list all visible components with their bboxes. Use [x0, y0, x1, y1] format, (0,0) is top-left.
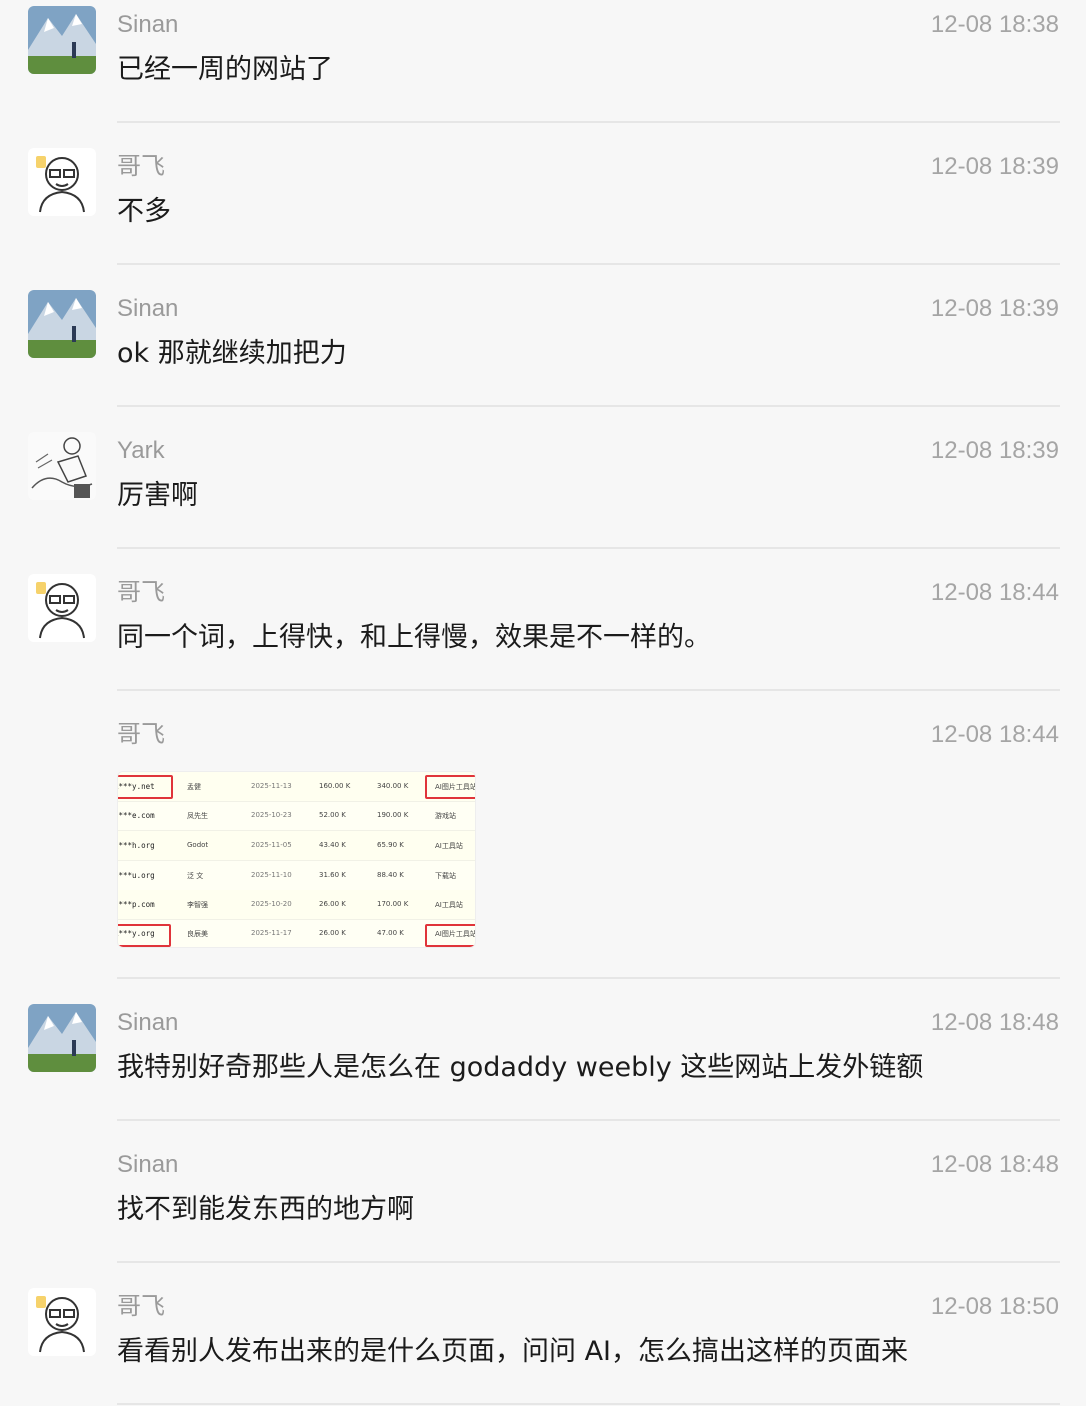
table-row: k***y.org 良辰美 2025-11-17 26.00 K 47.00 K…	[118, 919, 475, 947]
author-cell: 泛 文	[187, 872, 204, 880]
sender-name: Sinan	[117, 1009, 179, 1036]
mountain-avatar-icon	[28, 290, 96, 358]
message-text: 同一个词，上得快，和上得慢，效果是不一样的。	[117, 622, 711, 653]
author-cell: 孟健	[187, 783, 201, 791]
date-cell: 2025-11-05	[251, 841, 292, 849]
category-cell: 游戏站	[435, 812, 456, 820]
cartoon-man-avatar-icon	[28, 1288, 96, 1356]
category-cell: AI工具站	[435, 901, 463, 909]
highlight-box	[118, 775, 173, 799]
avatar[interactable]	[28, 290, 96, 358]
message-text: 不多	[117, 196, 171, 227]
highlight-box	[425, 924, 475, 947]
category-cell: 下载站	[435, 872, 456, 880]
cartoon-man-avatar-icon	[28, 574, 96, 642]
message-text: 已经一周的网站了	[117, 54, 333, 85]
mountain-avatar-icon	[28, 6, 96, 74]
divider	[117, 1119, 1060, 1121]
value-cell: 26.00 K	[319, 900, 346, 908]
screenshot-image[interactable]: k***y.net 孟健 2025-11-13 160.00 K 340.00 …	[117, 771, 476, 948]
divider	[117, 405, 1060, 407]
table-row: s***p.com 李智强 2025-10-20 26.00 K 170.00 …	[118, 890, 475, 920]
avatar[interactable]	[28, 432, 96, 500]
timestamp: 12-08 18:44	[930, 579, 1059, 606]
sender-name: 哥飞	[117, 153, 165, 180]
value-cell: 26.00 K	[319, 929, 346, 937]
date-cell: 2025-11-17	[251, 929, 292, 937]
value-cell: 43.40 K	[319, 841, 346, 849]
cartoon-man-avatar-icon	[28, 148, 96, 216]
sender-name: Sinan	[117, 1151, 179, 1178]
timestamp: 12-08 18:39	[930, 295, 1059, 322]
avatar[interactable]	[28, 148, 96, 216]
table-row: p***u.org 泛 文 2025-11-10 31.60 K 88.40 K…	[118, 861, 475, 891]
timestamp: 12-08 18:48	[930, 1151, 1059, 1178]
mountain-avatar-icon	[28, 1004, 96, 1072]
value-cell: 160.00 K	[319, 782, 351, 790]
value-cell: 170.00 K	[377, 900, 409, 908]
date-cell: 2025-11-10	[251, 871, 292, 879]
author-cell: 凤先生	[187, 812, 208, 820]
value-cell: 47.00 K	[377, 929, 404, 937]
sender-name: 哥飞	[117, 1293, 165, 1320]
divider	[117, 547, 1060, 549]
highlight-box	[425, 775, 475, 799]
timestamp: 12-08 18:48	[930, 1009, 1059, 1036]
avatar[interactable]	[28, 1288, 96, 1356]
category-cell: AI工具站	[435, 842, 463, 850]
author-cell: 良辰美	[187, 930, 208, 938]
sketch-avatar-icon	[28, 432, 96, 500]
divider	[117, 1261, 1060, 1263]
divider	[117, 121, 1060, 123]
timestamp: 12-08 18:50	[930, 1293, 1059, 1320]
sender-name: Yark	[117, 437, 165, 464]
message-text: 厉害啊	[117, 480, 198, 511]
avatar[interactable]	[28, 574, 96, 642]
value-cell: 88.40 K	[377, 871, 404, 879]
timestamp: 12-08 18:38	[930, 11, 1059, 38]
domain-cell: p***u.org	[117, 871, 155, 880]
message-text: ok 那就继续加把力	[117, 338, 347, 369]
date-cell: 2025-10-20	[251, 900, 292, 908]
divider	[117, 263, 1060, 265]
divider	[117, 977, 1060, 979]
table-row: s***e.com 凤先生 2025-10-23 52.00 K 190.00 …	[118, 801, 475, 831]
value-cell: 52.00 K	[319, 811, 346, 819]
sender-name: Sinan	[117, 295, 179, 322]
value-cell: 190.00 K	[377, 811, 409, 819]
timestamp: 12-08 18:44	[930, 721, 1059, 748]
value-cell: 65.90 K	[377, 841, 404, 849]
highlight-box	[118, 924, 171, 947]
domain-cell: s***e.com	[117, 811, 155, 820]
table-row: t***h.org Godot 2025-11-05 43.40 K 65.90…	[118, 831, 475, 861]
timestamp: 12-08 18:39	[930, 437, 1059, 464]
date-cell: 2025-10-23	[251, 811, 292, 819]
timestamp: 12-08 18:39	[930, 153, 1059, 180]
avatar[interactable]	[28, 1004, 96, 1072]
divider	[117, 689, 1060, 691]
sender-name: 哥飞	[117, 579, 165, 606]
value-cell: 31.60 K	[319, 871, 346, 879]
sender-name: 哥飞	[117, 721, 165, 748]
message-text: 我特别好奇那些人是怎么在 godaddy weebly 这些网站上发外链额	[117, 1052, 924, 1083]
message-text: 看看别人发布出来的是什么页面，问问 AI，怎么搞出这样的页面来	[117, 1336, 909, 1367]
domain-cell: s***p.com	[117, 900, 155, 909]
divider	[117, 1403, 1060, 1405]
sender-name: Sinan	[117, 11, 179, 38]
author-cell: Godot	[187, 841, 209, 849]
domain-cell: t***h.org	[117, 841, 155, 850]
avatar[interactable]	[28, 6, 96, 74]
author-cell: 李智强	[187, 901, 208, 909]
value-cell: 340.00 K	[377, 782, 409, 790]
message-text: 找不到能发东西的地方啊	[117, 1194, 414, 1225]
date-cell: 2025-11-13	[251, 782, 292, 790]
